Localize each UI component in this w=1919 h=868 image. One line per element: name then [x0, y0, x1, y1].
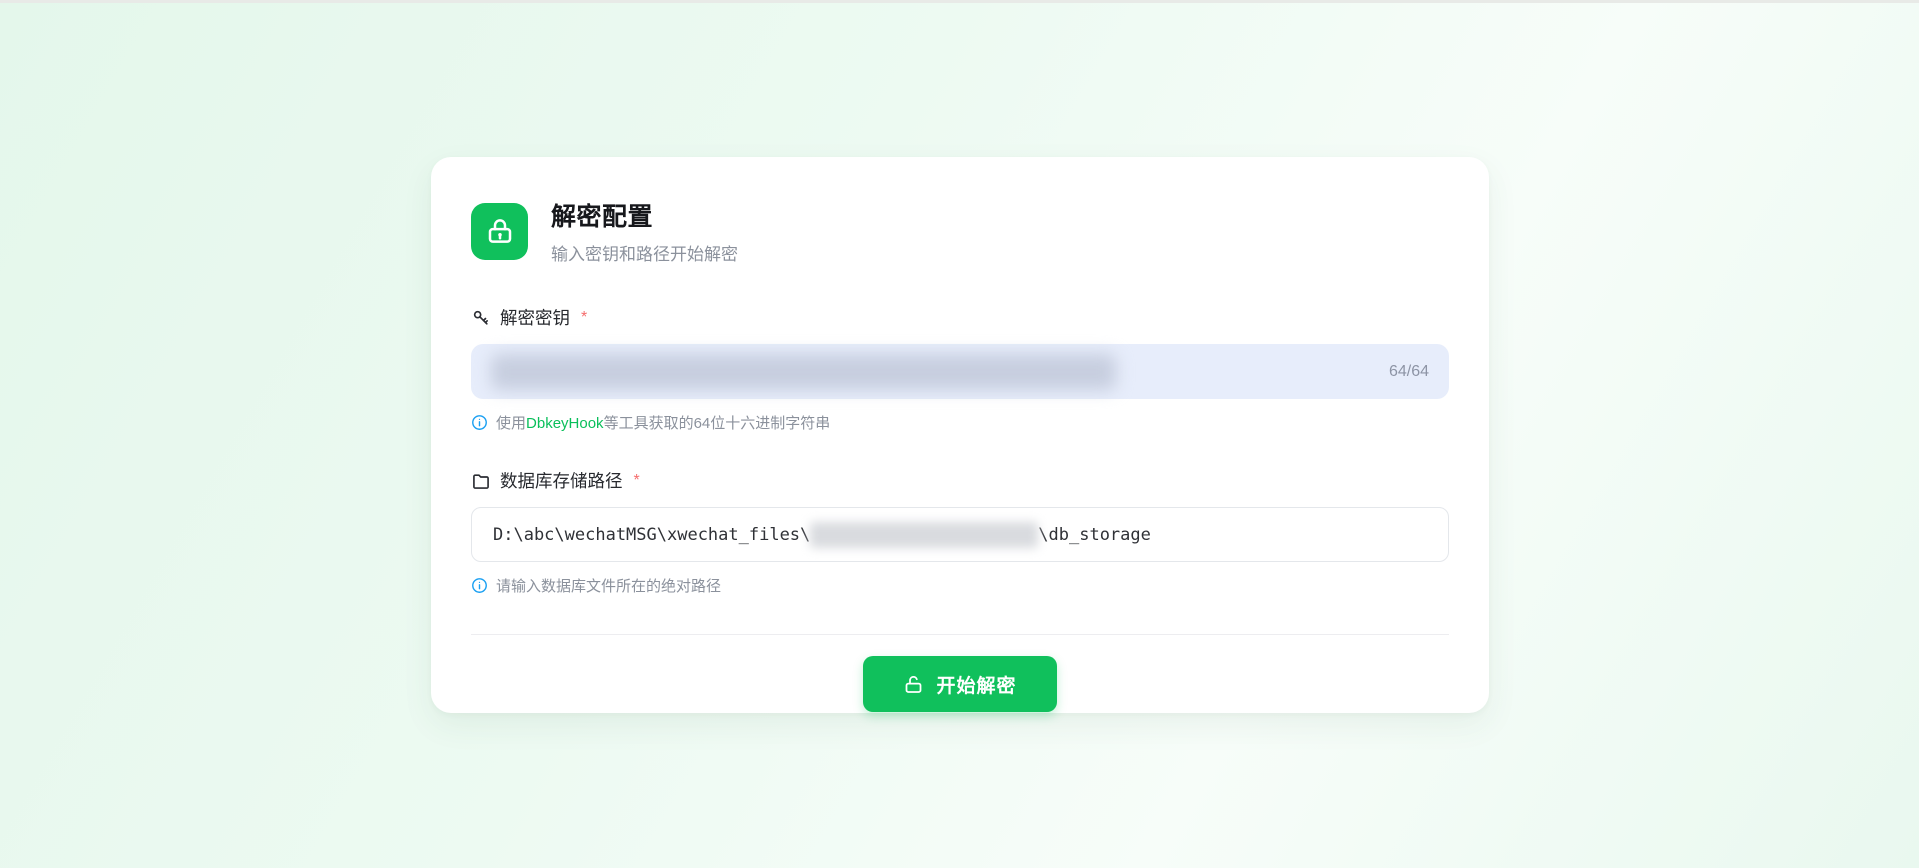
required-marker: *	[634, 472, 640, 490]
page-subtitle: 输入密钥和路径开始解密	[551, 240, 738, 265]
decrypt-config-card: 解密配置 输入密钥和路径开始解密 解密密钥 * 64/64 使用Dbk	[431, 157, 1489, 713]
folder-icon	[471, 471, 491, 491]
page-title: 解密配置	[551, 197, 738, 233]
key-hint-suffix: 等工具获取的64位十六进制字符串	[604, 415, 831, 432]
unlock-icon	[903, 674, 924, 695]
path-field-block: 数据库存储路径 * D:\abc\wechatMSG\xwechat_files…	[471, 468, 1449, 596]
key-hint-row: 使用DbkeyHook等工具获取的64位十六进制字符串	[471, 412, 1449, 433]
path-field-label-row: 数据库存储路径 *	[471, 468, 1449, 493]
key-field-label-row: 解密密钥 *	[471, 305, 1449, 330]
key-hint-prefix: 使用	[496, 415, 526, 432]
db-path-input[interactable]: D:\abc\wechatMSG\xwechat_files\ \db_stora…	[471, 507, 1449, 562]
key-hint-text: 使用DbkeyHook等工具获取的64位十六进制字符串	[496, 412, 830, 433]
top-edge-strip	[0, 0, 1919, 3]
card-header: 解密配置 输入密钥和路径开始解密	[471, 197, 1449, 265]
path-hint-text: 请输入数据库文件所在的绝对路径	[496, 575, 721, 596]
path-field-label: 数据库存储路径	[500, 468, 623, 493]
header-text: 解密配置 输入密钥和路径开始解密	[551, 197, 738, 265]
path-value-suffix: \db_storage	[1038, 525, 1151, 545]
dbkeyhook-link[interactable]: DbkeyHook	[526, 415, 604, 432]
key-length-counter: 64/64	[1389, 363, 1429, 381]
key-icon	[471, 308, 491, 328]
redacted-key-value	[491, 354, 1116, 390]
lock-icon	[471, 203, 528, 260]
required-marker: *	[581, 309, 587, 327]
key-field-block: 解密密钥 * 64/64 使用DbkeyHook等工具获取的64位十六进制字符串	[471, 305, 1449, 433]
divider	[471, 634, 1449, 635]
button-row: 开始解密	[471, 656, 1449, 712]
info-icon	[471, 577, 488, 594]
start-decrypt-button[interactable]: 开始解密	[863, 656, 1056, 712]
decrypt-key-input[interactable]: 64/64	[471, 344, 1449, 399]
info-icon	[471, 414, 488, 431]
path-hint-row: 请输入数据库文件所在的绝对路径	[471, 575, 1449, 596]
path-value-prefix: D:\abc\wechatMSG\xwechat_files\	[493, 525, 810, 545]
key-field-label: 解密密钥	[500, 305, 570, 330]
redacted-path-segment	[810, 522, 1038, 548]
start-decrypt-label: 开始解密	[936, 671, 1016, 698]
